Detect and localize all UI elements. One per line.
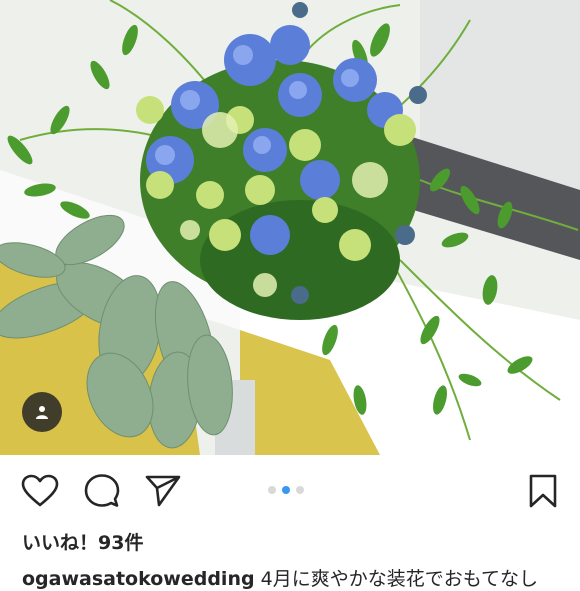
share-button[interactable] <box>143 471 183 511</box>
carousel-dot-active <box>282 486 290 494</box>
post-caption: ogawasatokowedding 4月に爽やかな装花でおもてなし <box>22 564 580 591</box>
user-tag-icon <box>36 406 48 419</box>
heart-icon <box>21 474 59 507</box>
save-button[interactable] <box>523 471 563 511</box>
bouquet-photo-illustration <box>0 0 580 455</box>
comment-icon <box>84 474 120 507</box>
caption-username[interactable]: ogawasatokowedding <box>22 568 255 590</box>
carousel-dot <box>296 486 304 494</box>
user-tag-button[interactable] <box>22 392 62 432</box>
send-icon <box>145 475 181 507</box>
like-button[interactable] <box>20 471 60 511</box>
like-count[interactable]: いいね！93件 <box>22 528 143 555</box>
comment-button[interactable] <box>82 471 122 511</box>
post-action-bar <box>0 455 580 527</box>
caption-text: 4月に爽やかな装花でおもてなし <box>254 568 538 590</box>
bookmark-icon <box>529 474 557 508</box>
carousel-dot <box>268 486 276 494</box>
carousel-indicator <box>268 486 304 494</box>
post-photo[interactable] <box>0 0 580 455</box>
